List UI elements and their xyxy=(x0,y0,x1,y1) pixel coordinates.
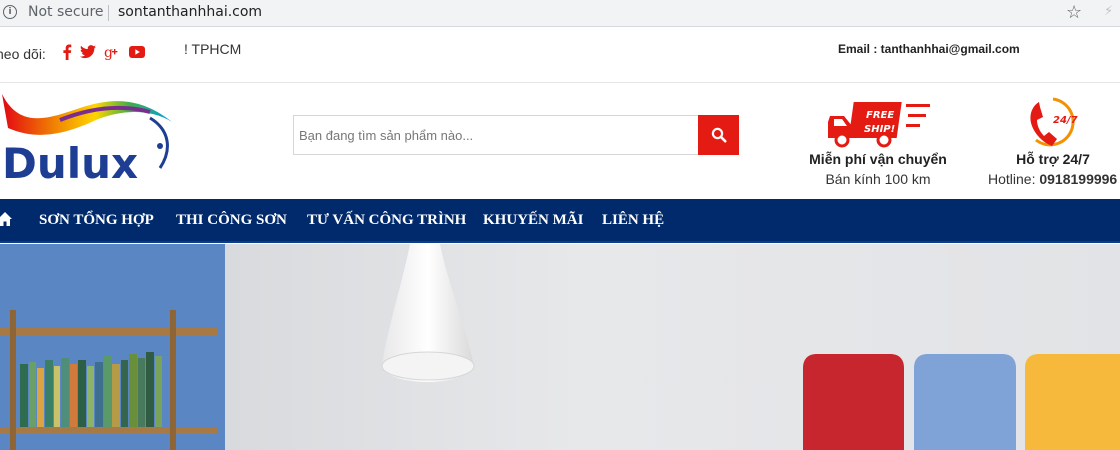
main-navigation: SƠN TỔNG HỢP THI CÔNG SƠN TƯ VẤN CÔNG TR… xyxy=(0,199,1120,243)
email-text[interactable]: Email : tanthanhhai@gmail.com xyxy=(838,42,1020,56)
search-icon xyxy=(711,127,726,143)
hero-banner[interactable] xyxy=(0,244,1120,450)
svg-text:SHIP!: SHIP! xyxy=(864,124,895,135)
security-label[interactable]: Not secure xyxy=(28,4,104,20)
hotline-text[interactable]: Hotline: 0918199996 xyxy=(988,171,1117,187)
url-text[interactable]: sontanthanhhai.com xyxy=(118,4,262,20)
logo-wordmark: Dulux xyxy=(2,139,138,182)
svg-text:24/7: 24/7 xyxy=(1053,115,1078,126)
url-separator xyxy=(108,5,109,21)
info-icon[interactable]: i xyxy=(3,5,17,19)
bookmark-star-icon[interactable]: ☆ xyxy=(1066,2,1082,23)
home-icon[interactable] xyxy=(0,211,12,227)
support-247-icon: 24/7 xyxy=(1030,97,1078,147)
hotline-label: Hotline: xyxy=(988,171,1040,187)
shipping-subtitle: Bán kính 100 km xyxy=(825,171,931,187)
facebook-icon[interactable] xyxy=(62,44,72,60)
svg-text:g: g xyxy=(104,45,113,60)
hero-image xyxy=(0,244,1120,450)
address-text: ! TPHCM xyxy=(184,41,242,57)
browser-address-bar: i Not secure sontanthanhhai.com ☆ ⚡ xyxy=(0,0,1120,27)
dulux-logo[interactable]: Dulux xyxy=(0,90,180,182)
twitter-icon[interactable] xyxy=(80,45,96,59)
extension-icon[interactable]: ⚡ xyxy=(1104,4,1113,19)
nav-item-lien-he[interactable]: LIÊN HỆ xyxy=(602,212,664,229)
nav-item-son-tong-hop[interactable]: SƠN TỔNG HỢP xyxy=(39,212,154,229)
youtube-icon[interactable] xyxy=(129,46,145,58)
site-header: Dulux FREE SHIP! Miễn phí vận chuyển Bán… xyxy=(0,84,1120,199)
support-title: Hỗ trợ 24/7 xyxy=(1016,151,1090,167)
hotline-number[interactable]: 0918199996 xyxy=(1039,171,1117,187)
follow-label: heo dõi: xyxy=(0,46,46,62)
free-ship-truck-icon: FREE SHIP! xyxy=(828,102,930,148)
social-links: g xyxy=(62,44,145,60)
shipping-title: Miễn phí vận chuyển xyxy=(809,151,947,167)
nav-item-tu-van-cong-trinh[interactable]: TƯ VẤN CÔNG TRÌNH xyxy=(307,212,466,229)
svg-text:FREE: FREE xyxy=(866,110,894,121)
search-button[interactable] xyxy=(698,115,739,155)
search-input[interactable] xyxy=(293,115,699,155)
nav-item-thi-cong-son[interactable]: THI CÔNG SƠN xyxy=(176,212,287,229)
top-info-bar: heo dõi: g ! TPHCM Email : tanthanhhai@g… xyxy=(0,28,1120,83)
google-plus-icon[interactable]: g xyxy=(104,44,121,60)
nav-item-khuyen-mai[interactable]: KHUYẾN MÃI xyxy=(483,212,583,229)
